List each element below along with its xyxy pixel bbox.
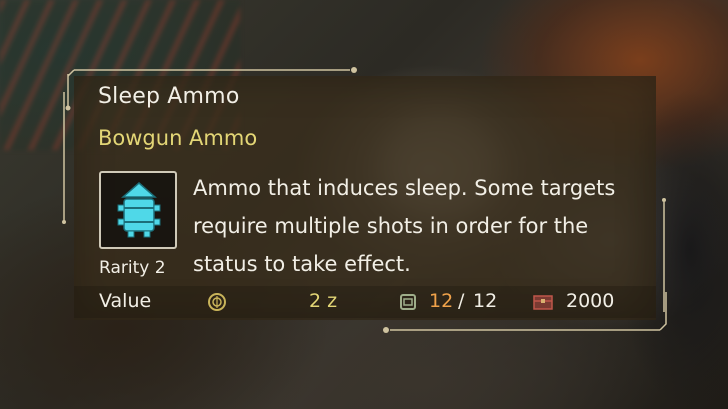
sleep-ammo-icon — [117, 182, 161, 238]
value-label: Value — [99, 290, 152, 312]
item-box-icon — [533, 295, 553, 310]
value-amount: 2 z — [309, 290, 338, 312]
carry-current: 12 — [429, 290, 454, 312]
item-name: Sleep Ammo — [98, 84, 240, 109]
carry-separator: / — [458, 290, 465, 312]
box-amount: 2000 — [566, 290, 615, 312]
zenny-coin-icon — [208, 293, 226, 311]
item-icon-box — [99, 171, 177, 249]
item-type: Bowgun Ammo — [98, 126, 258, 150]
item-description: Ammo that induces sleep. Some targets re… — [193, 176, 616, 276]
item-rarity: Rarity 2 — [99, 258, 166, 278]
carry-max: 12 — [473, 290, 498, 312]
item-pouch-icon — [400, 294, 416, 310]
